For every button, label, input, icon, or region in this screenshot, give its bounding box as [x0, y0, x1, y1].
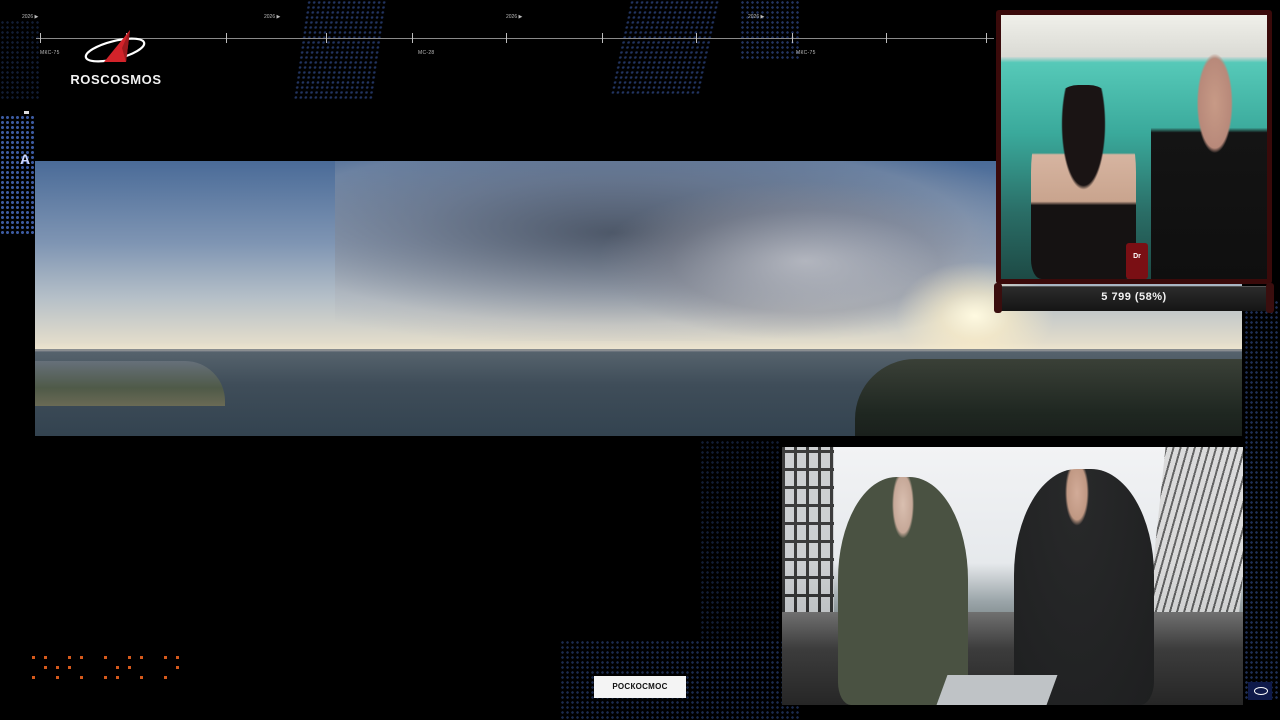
viewer-counter-bar: 5 799 (58%) [994, 283, 1274, 313]
logo-text: ROSCOSMOS [70, 72, 162, 87]
laptop [936, 675, 1058, 705]
matrix-dot [164, 656, 167, 659]
webcam-video: Dr [1001, 15, 1267, 279]
person-pointing [1014, 469, 1154, 705]
tower-camera-video [782, 447, 1243, 705]
matrix-dot [68, 656, 71, 659]
timeline-tick [506, 33, 507, 43]
halftone-decoration [609, 0, 721, 95]
soda-can: Dr [1126, 243, 1148, 279]
matrix-dot [44, 656, 47, 659]
matrix-dot [32, 656, 35, 659]
matrix-dot [116, 666, 119, 669]
timeline-tick [412, 33, 413, 43]
streamer-person [1031, 85, 1136, 279]
webcam-frame: Dr [996, 10, 1272, 284]
timeline-year-label: 2026 ▶ [748, 14, 765, 20]
timeline-mission-label: МКС-75 [40, 50, 60, 56]
timeline-tick [40, 33, 41, 43]
horizon-line [35, 349, 1242, 352]
matrix-dot [140, 656, 143, 659]
matrix-dot [116, 676, 119, 679]
person-in-hood [838, 477, 968, 705]
timeline-tick [986, 33, 987, 43]
halftone-decoration [292, 0, 388, 100]
matrix-dot [164, 676, 167, 679]
timeline-tick [326, 33, 327, 43]
matrix-dot [176, 666, 179, 669]
timeline-ruler: МКС-75 МС-28 МКС-75 [36, 33, 994, 56]
roscosmos-logo: ROSCOSMOS [60, 28, 172, 90]
matrix-dot [56, 666, 59, 669]
matrix-dot [80, 676, 83, 679]
matrix-dot [56, 676, 59, 679]
timeline-year-label: 2026 ▶ [506, 14, 523, 20]
side-marker-dot [24, 111, 29, 114]
halftone-decoration [1244, 300, 1280, 700]
matrix-dot [104, 656, 107, 659]
matrix-dot [68, 666, 71, 669]
corner-logo-icon [1248, 682, 1272, 700]
timeline-mission-label: МС-28 [418, 50, 435, 56]
matrix-dot [176, 656, 179, 659]
timeline-tick [696, 33, 697, 43]
streamer-person [1151, 35, 1267, 279]
side-marker-label: A [20, 151, 31, 167]
timeline-tick [886, 33, 887, 43]
halftone-decoration [700, 440, 780, 640]
matrix-dot [80, 656, 83, 659]
coastline-left [35, 361, 225, 406]
coastline-right [855, 359, 1242, 436]
timeline-mission-label: МКС-75 [796, 50, 816, 56]
matrix-dot [128, 656, 131, 659]
timeline-tick [602, 33, 603, 43]
viewer-counter: 5 799 (58%) [1101, 291, 1167, 303]
can-label: Dr [1133, 253, 1141, 260]
matrix-dot [44, 666, 47, 669]
timeline-tick [792, 33, 793, 43]
streamer-webcam: Dr 5 799 (58%) [994, 10, 1274, 313]
matrix-dot [104, 676, 107, 679]
halftone-decoration [740, 0, 800, 60]
halftone-decoration [0, 115, 34, 235]
timeline-tick [226, 33, 227, 43]
halftone-decoration [0, 20, 40, 100]
matrix-dot [128, 666, 131, 669]
timeline-year-label: 2026 ▶ [264, 14, 281, 20]
roscosmos-watermark: РОСКОСМОС [594, 676, 686, 698]
matrix-dot [32, 676, 35, 679]
roscosmos-emblem-icon [84, 30, 146, 63]
timeline-year-label: 2026 ▶ [22, 14, 39, 20]
matrix-dot [140, 676, 143, 679]
